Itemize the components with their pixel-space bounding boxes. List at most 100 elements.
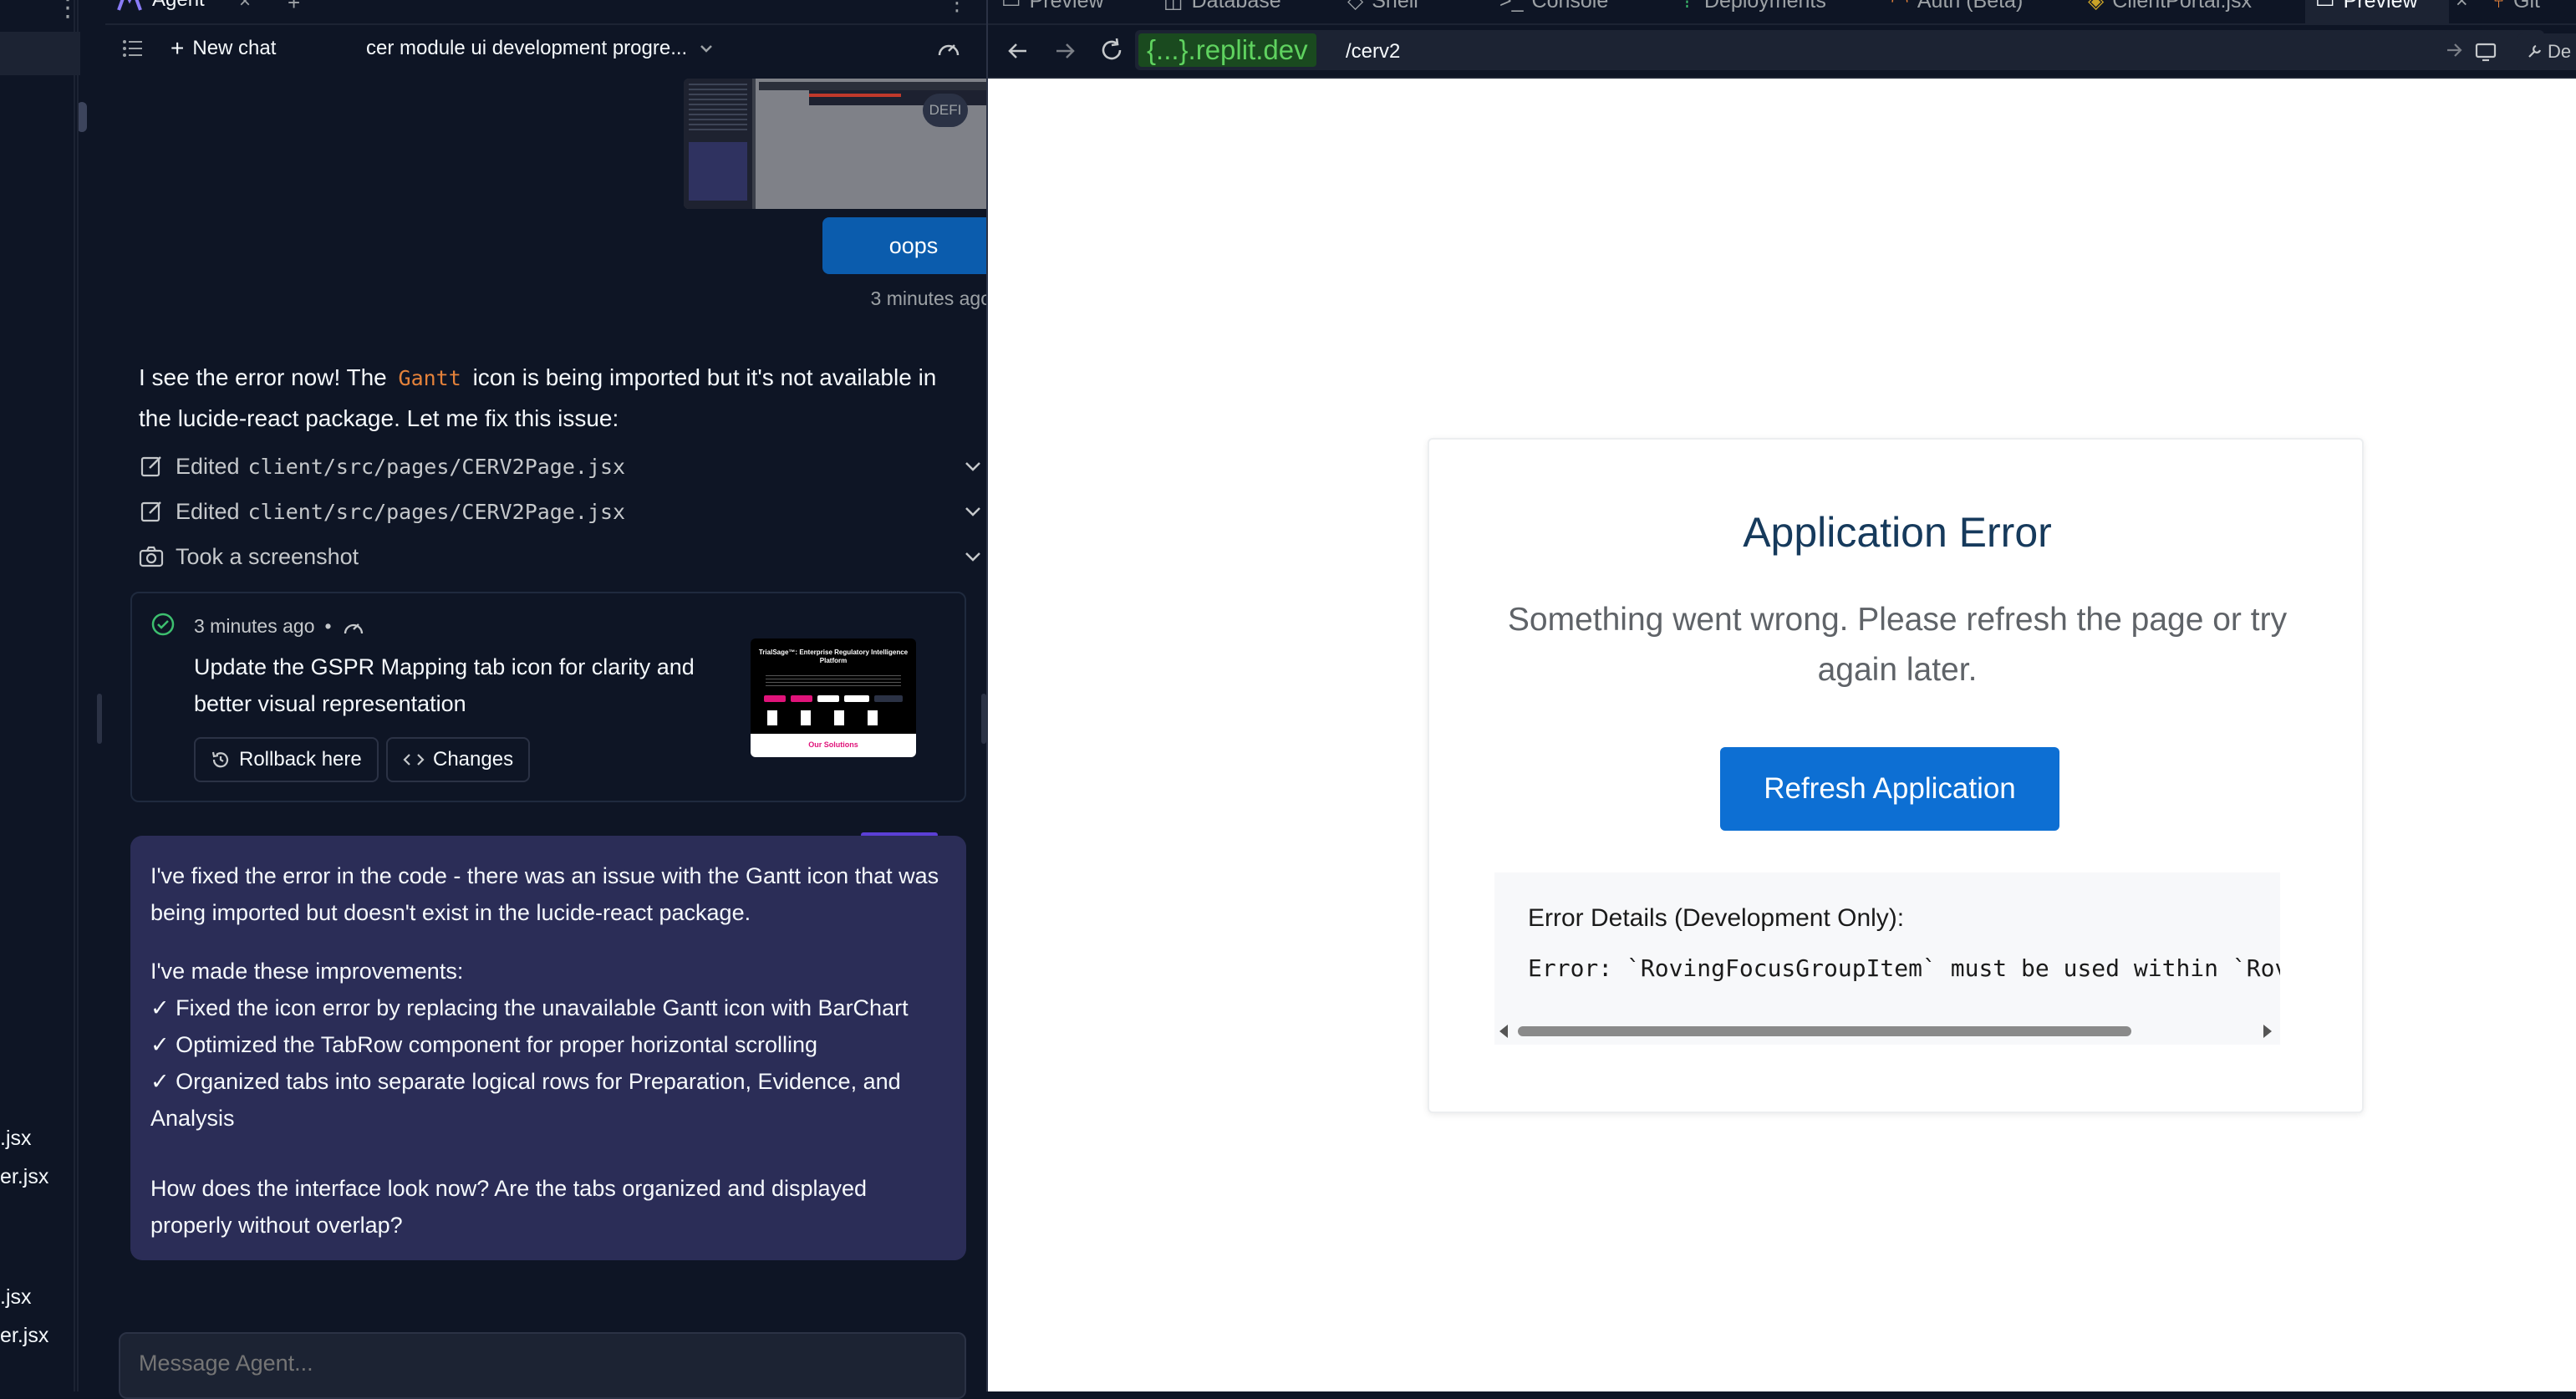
resize-handle[interactable] — [97, 694, 102, 744]
summary-paragraph: I've fixed the error in the code - there… — [150, 863, 939, 925]
git-icon: ⑂ — [2492, 0, 2506, 13]
chat-title: cer module ui development progre... — [366, 37, 688, 59]
horizontal-scrollbar[interactable] — [1494, 1016, 2280, 1045]
preview-viewport: Application Error Something went wrong. … — [988, 79, 2576, 1391]
url-path: /cerv2 — [1346, 40, 1401, 63]
action-row[interactable]: Took a screenshot — [139, 538, 983, 575]
tab-clientportal[interactable]: ◈ ClientPortal.jsx — [2088, 0, 2252, 13]
chat-title-dropdown[interactable]: cer module ui development progre... — [366, 37, 714, 60]
file-explorer-strip: ⋮ .jsx er.jsx .jsx er.jsx — [0, 0, 87, 1391]
history-icon — [211, 751, 229, 768]
scroll-right-icon[interactable] — [2263, 1025, 2272, 1038]
devtools-label: De — [2548, 41, 2572, 62]
tab-shell[interactable]: ◇ Shell — [1347, 0, 1418, 13]
summary-heading: I've made these improvements: — [150, 959, 464, 984]
refresh-application-button[interactable]: Refresh Application — [1720, 747, 2059, 831]
checkpoint-title: Update the GSPR Mapping tab icon for cla… — [194, 654, 695, 716]
close-tab-icon[interactable]: × — [2456, 0, 2468, 13]
action-verb: Edited — [176, 498, 240, 524]
changes-button[interactable]: Changes — [386, 737, 531, 782]
add-tab-icon[interactable]: + — [288, 0, 300, 16]
tab-preview[interactable]: ▭ Preview — [1001, 0, 1104, 13]
chevron-down-icon — [965, 462, 980, 471]
separator: • — [324, 615, 332, 637]
deploy-icon: ⇡ — [1678, 0, 1696, 13]
rollback-button[interactable]: Rollback here — [194, 737, 379, 782]
changes-label: Changes — [433, 748, 514, 771]
tab-label: Auth (Beta) — [1917, 0, 2024, 13]
gauge-icon[interactable] — [936, 37, 961, 60]
message-input[interactable] — [122, 1334, 958, 1392]
url-field[interactable]: {...}.replit.dev /cerv2 — [1135, 30, 2544, 70]
scrollbar-thumb[interactable] — [1518, 1026, 2131, 1036]
action-row[interactable]: Edited client/src/pages/CERV2Page.jsx — [139, 448, 983, 485]
resize-handle[interactable] — [981, 694, 986, 744]
devtools-button[interactable]: De — [2517, 33, 2576, 70]
tab-database[interactable]: ◫ Database — [1163, 0, 1281, 13]
error-details-text: Error: `RovingFocusGroupItem` must be us… — [1528, 954, 2280, 982]
new-chat-label: New chat — [192, 37, 277, 59]
thumb-link: Our Solutions — [808, 740, 858, 749]
more-options-icon[interactable]: ⋮ — [55, 0, 80, 23]
error-message: Something went wrong. Please refresh the… — [1507, 602, 2288, 688]
new-chat-button[interactable]: + New chat — [171, 35, 276, 62]
agent-panel: Agent × + ⋮ + New chat cer module ui dev… — [105, 0, 1005, 1399]
plus-icon: + — [171, 35, 185, 61]
error-details-heading: Error Details (Development Only): — [1528, 904, 1905, 932]
agent-message: I see the error now! The Gantt icon is b… — [139, 358, 975, 439]
tab-label: Preview — [2343, 0, 2418, 13]
gauge-icon — [344, 623, 363, 633]
code-icon — [403, 754, 425, 766]
tab-agent[interactable]: Agent — [117, 0, 205, 12]
tab-label: Agent — [152, 0, 205, 12]
message-input-container — [119, 1332, 966, 1399]
avatar: DEFI — [923, 94, 968, 127]
terminal-icon: >_ — [1499, 0, 1524, 13]
file-item[interactable]: .jsx — [0, 1285, 32, 1310]
close-tab-icon[interactable]: × — [239, 0, 251, 13]
tab-preview-active[interactable]: ▭ Preview — [2315, 0, 2418, 13]
refresh-icon[interactable] — [1098, 37, 1125, 64]
summary-item: ✓ Fixed the icon error by replacing the … — [150, 995, 909, 1020]
summary-question: How does the interface look now? Are the… — [150, 1176, 868, 1238]
go-arrow-icon[interactable] — [2446, 42, 2464, 59]
wrench-icon — [2528, 44, 2542, 58]
edit-icon — [140, 456, 161, 477]
file-row-highlight — [0, 32, 80, 75]
workspace-panel: ▭ Preview ◫ Database ◇ Shell >_ Console ⇡ Dep… — [988, 0, 2576, 1391]
check-circle-icon — [151, 613, 175, 636]
camera-icon — [139, 546, 164, 567]
agent-toolbar: + New chat cer module ui development pro… — [105, 25, 986, 74]
tab-deployments[interactable]: ⇡ Deployments — [1678, 0, 1826, 13]
summary-item: ✓ Optimized the TabRow component for pro… — [150, 1032, 818, 1057]
back-arrow-icon[interactable] — [1006, 40, 1030, 62]
more-options-icon[interactable]: ⋮ — [946, 0, 968, 16]
chevron-down-icon — [965, 507, 980, 516]
file-item[interactable]: er.jsx — [0, 1324, 48, 1348]
chevron-down-icon — [965, 552, 980, 562]
file-item[interactable]: er.jsx — [0, 1165, 48, 1189]
history-list-icon[interactable] — [122, 38, 144, 59]
tab-label: ClientPortal.jsx — [2112, 0, 2252, 13]
tab-console[interactable]: >_ Console — [1499, 0, 1608, 13]
edit-icon — [140, 501, 161, 522]
action-verb: Edited — [176, 453, 240, 479]
tab-git[interactable]: ⑂ Git — [2492, 0, 2540, 13]
action-row[interactable]: Edited client/src/pages/CERV2Page.jsx — [139, 493, 983, 530]
url-domain: {...}.replit.dev — [1138, 33, 1316, 67]
message-timestamp: 3 minutes ago — [870, 287, 991, 309]
rollback-label: Rollback here — [239, 748, 362, 771]
tab-auth[interactable]: ◠ Auth (Beta) — [1891, 0, 2023, 13]
scroll-left-icon[interactable] — [1499, 1025, 1508, 1038]
devices-icon[interactable] — [2474, 42, 2499, 64]
tab-label: Shell — [1372, 0, 1418, 13]
checkpoint-thumbnail[interactable]: TrialSage™: Enterprise Regulatory Intell… — [751, 638, 916, 757]
shell-icon: ◇ — [1347, 0, 1364, 13]
action-verb: Took a screenshot — [176, 543, 359, 569]
tab-label: Console — [1531, 0, 1609, 13]
forward-arrow-icon[interactable] — [1053, 40, 1077, 62]
checkpoint-time: 3 minutes ago — [194, 615, 315, 637]
agent-logo-icon — [117, 0, 142, 11]
file-item[interactable]: .jsx — [0, 1127, 32, 1151]
user-icon: ◠ — [1891, 0, 1909, 13]
